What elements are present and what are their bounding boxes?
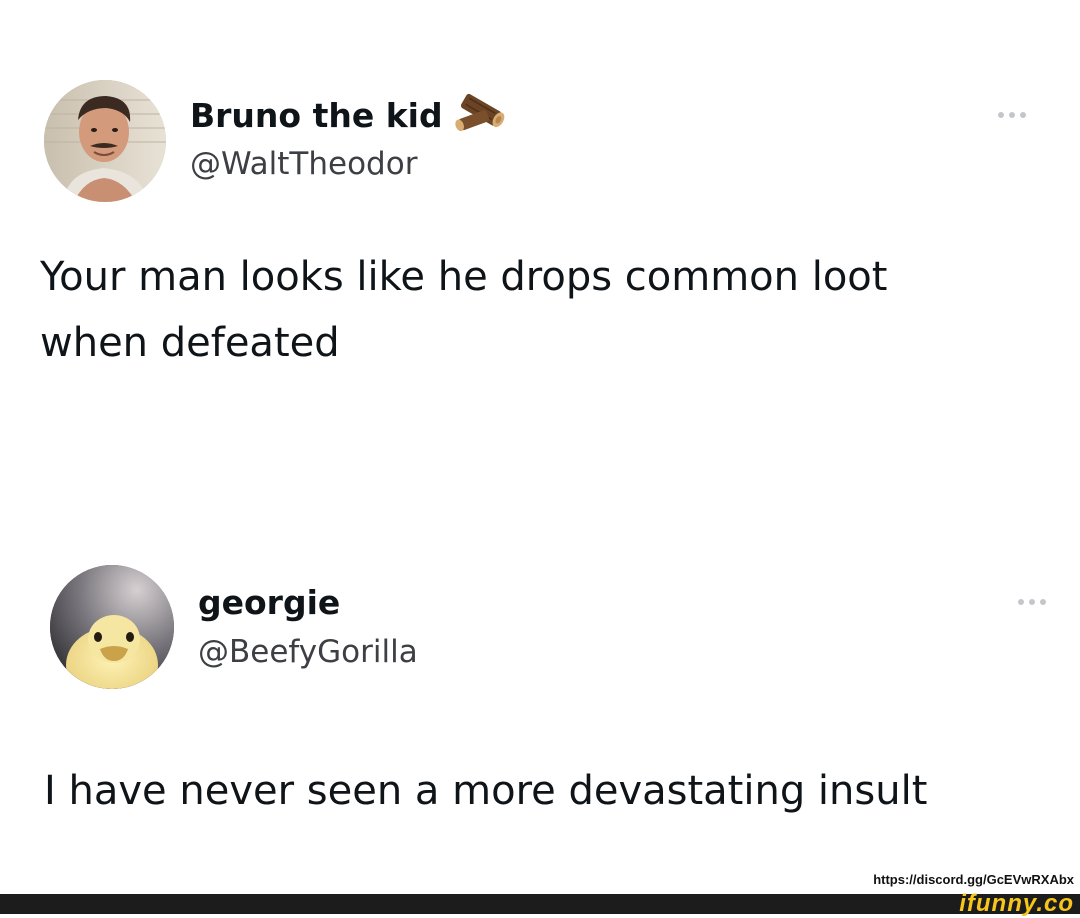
discord-link[interactable]: https://discord.gg/GcEVwRXAbx [873,872,1074,887]
tweet-text: Your man looks like he drops common loot… [40,254,888,366]
more-options-icon[interactable] [998,112,1026,118]
duckling-avatar-icon [50,565,174,689]
footer-bar [0,894,1080,914]
handle[interactable]: @WaltTheodor [190,146,417,182]
log-wood-emoji-icon [454,88,508,136]
avatar[interactable] [50,565,174,689]
display-name[interactable]: georgie [198,583,340,622]
handle[interactable]: @BeefyGorilla [198,634,418,670]
man-with-mustache-avatar-icon [44,80,166,202]
tweet-text: I have never seen a more devastating ins… [44,768,928,814]
display-name[interactable]: Bruno the kid [190,96,443,135]
avatar[interactable] [44,80,166,202]
more-options-icon[interactable] [1018,599,1046,605]
